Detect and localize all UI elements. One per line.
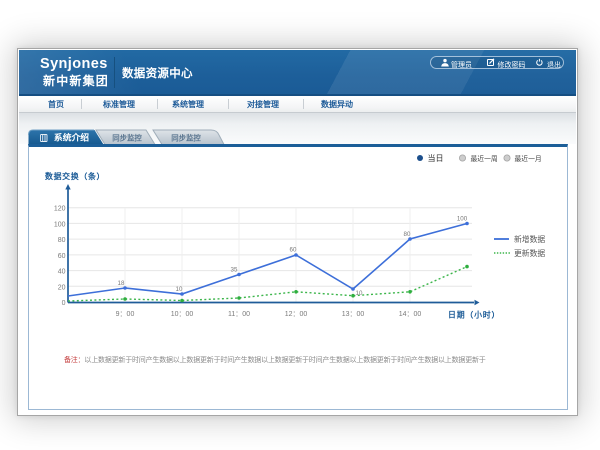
svg-text:80: 80 [58,237,66,244]
svg-text:14：00: 14：00 [399,311,422,318]
svg-text:12：00: 12：00 [285,311,308,318]
svg-text:10: 10 [356,290,363,297]
svg-text:35: 35 [231,267,238,274]
svg-text:当日: 当日 [428,153,444,163]
svg-text:120: 120 [54,206,66,213]
svg-text:20: 20 [58,284,66,291]
svg-text:9：00: 9：00 [116,311,135,318]
svg-text:0: 0 [62,300,66,307]
svg-text:13：00: 13：00 [342,311,365,318]
svg-text:更新数据: 更新数据 [514,248,545,258]
svg-text:最近一月: 最近一月 [515,154,542,163]
svg-text:最近一周: 最近一周 [471,154,498,163]
svg-text:新增数据: 新增数据 [514,234,545,244]
svg-text:80: 80 [404,231,411,238]
svg-text:100: 100 [457,216,468,223]
svg-text:40: 40 [58,269,66,276]
svg-text:10: 10 [176,286,183,293]
svg-text:60: 60 [290,247,297,254]
svg-text:日期（小时）: 日期（小时） [448,310,500,320]
svg-text:10：00: 10：00 [171,311,194,318]
svg-text:18: 18 [118,280,125,287]
svg-text:同步监控: 同步监控 [112,134,142,143]
svg-text:系统介绍: 系统介绍 [54,132,89,143]
svg-text:60: 60 [58,253,66,260]
svg-text:100: 100 [54,221,66,228]
svg-text:数据交换（条）: 数据交换（条） [45,171,105,181]
svg-text:11：00: 11：00 [228,311,250,318]
svg-text:同步监控: 同步监控 [171,134,201,143]
